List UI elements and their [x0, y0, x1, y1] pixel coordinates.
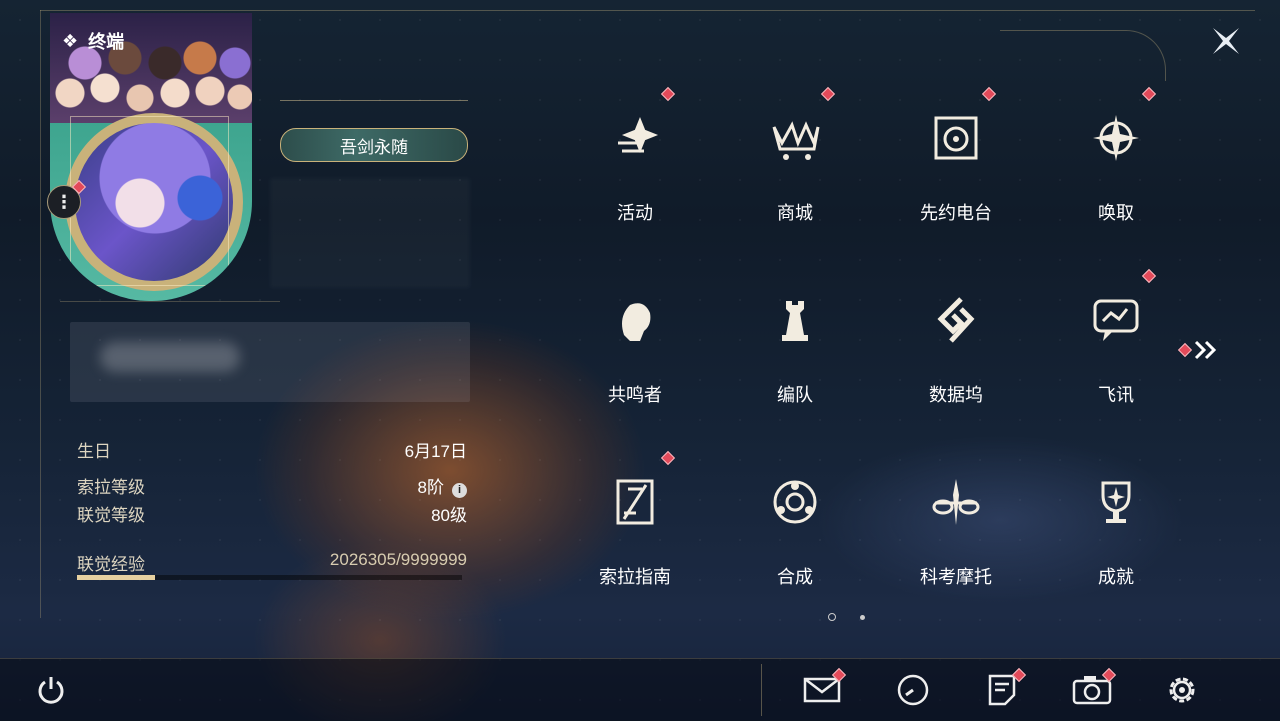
exp-progress-fill: [77, 575, 155, 580]
menu-item[interactable]: 共鸣者: [575, 277, 695, 427]
resonator-head-icon: [622, 303, 651, 341]
page-title: ❖ 终端: [62, 30, 125, 53]
settings-gear-icon: [1169, 677, 1195, 703]
menu-item-label: 科考摩托: [920, 567, 992, 587]
mail-button[interactable]: [802, 667, 847, 710]
birthday-row: 生日 6月17日: [77, 442, 467, 461]
union-exp-row: 联觉经验 2026305/9999999: [77, 550, 467, 574]
radio-speaker-icon: [934, 116, 978, 160]
menu-item-label: 索拉指南: [599, 567, 671, 587]
notification-badge: [981, 86, 997, 102]
notification-badge: [660, 450, 676, 466]
menu-item-label: 先约电台: [920, 203, 992, 223]
union-level-row: 联觉等级 80级: [77, 506, 467, 525]
page-dot[interactable]: [828, 613, 836, 621]
camera-button[interactable]: [1072, 667, 1117, 710]
clock-icon: [897, 674, 929, 706]
exp-progress-bar: [77, 575, 462, 580]
blurred-name: [270, 178, 470, 288]
notification-badge: [660, 86, 676, 102]
menu-item[interactable]: 合成: [735, 459, 855, 609]
menu-item[interactable]: 商城: [735, 86, 855, 245]
menu-item[interactable]: 数据坞: [896, 277, 1016, 427]
menu-item[interactable]: 科考摩托: [896, 459, 1016, 609]
title-badge[interactable]: 吾剑永随: [280, 128, 468, 162]
title-badge-label: 吾剑永随: [340, 137, 408, 157]
next-page-button[interactable]: [1177, 340, 1220, 360]
sparkle-activity-icon: [618, 116, 659, 154]
menu-item-label: 商城: [777, 203, 813, 223]
notes-icon: [988, 674, 1016, 706]
info-icon[interactable]: i: [452, 482, 467, 498]
frame-line: [40, 10, 1255, 11]
menu-item[interactable]: 索拉指南: [575, 450, 695, 609]
menu-item[interactable]: 先约电台: [896, 86, 1016, 245]
menu-item-label: 活动: [617, 203, 653, 223]
menu-item-label: 数据坞: [929, 385, 983, 405]
menu-item-label: 成就: [1098, 567, 1134, 587]
close-icon: [1213, 28, 1239, 54]
frame-line: [40, 10, 41, 618]
double-chevron-right-icon: [1194, 340, 1217, 360]
chat-bubble-icon: [1093, 299, 1139, 341]
menu-item-label: 唤取: [1098, 203, 1134, 223]
power-button[interactable]: [31, 670, 71, 710]
frame-curve: [1000, 30, 1166, 81]
menu-item-label: 编队: [777, 385, 813, 405]
signature-box[interactable]: [70, 322, 470, 402]
menu-item[interactable]: 编队: [735, 277, 855, 427]
notification-badge: [1141, 268, 1157, 284]
menu-item-label: 共鸣者: [608, 385, 662, 405]
divider: [761, 664, 762, 716]
menu-item[interactable]: 活动: [575, 86, 695, 245]
notes-button[interactable]: [982, 667, 1027, 710]
compass-star-icon: [1093, 115, 1139, 161]
page-dot[interactable]: [860, 614, 865, 620]
data-dock-icon: [937, 297, 975, 343]
menu-item-label: 合成: [777, 567, 813, 587]
motorbike-icon: [932, 479, 980, 525]
guide-book-icon: [616, 479, 654, 525]
sola-level-row: 索拉等级 8阶 i: [77, 473, 467, 498]
trophy-icon: [1101, 481, 1131, 523]
menu-item[interactable]: 飞讯: [1056, 268, 1176, 427]
synthesis-circle-icon: [773, 480, 817, 524]
notification-badge: [820, 86, 836, 102]
menu-item[interactable]: 唤取: [1056, 86, 1176, 245]
clock-button[interactable]: [893, 670, 933, 710]
settings-button[interactable]: [1162, 670, 1202, 710]
crown-cart-icon: [772, 121, 820, 160]
page-indicator: [828, 613, 865, 621]
avatar-frame: [70, 116, 229, 286]
profile-card[interactable]: [50, 13, 252, 301]
menu-item-label: 飞讯: [1098, 385, 1134, 405]
divider: [280, 100, 468, 101]
notification-badge: [1141, 86, 1157, 102]
power-icon: [38, 677, 64, 704]
notification-badge: [1177, 342, 1193, 358]
divider: [60, 301, 280, 302]
mail-icon: [803, 677, 841, 703]
chess-rook-icon: [782, 301, 808, 341]
menu-item[interactable]: 成就: [1056, 459, 1176, 609]
diamond-icon: ❖: [62, 30, 79, 51]
close-button[interactable]: [1200, 18, 1252, 64]
